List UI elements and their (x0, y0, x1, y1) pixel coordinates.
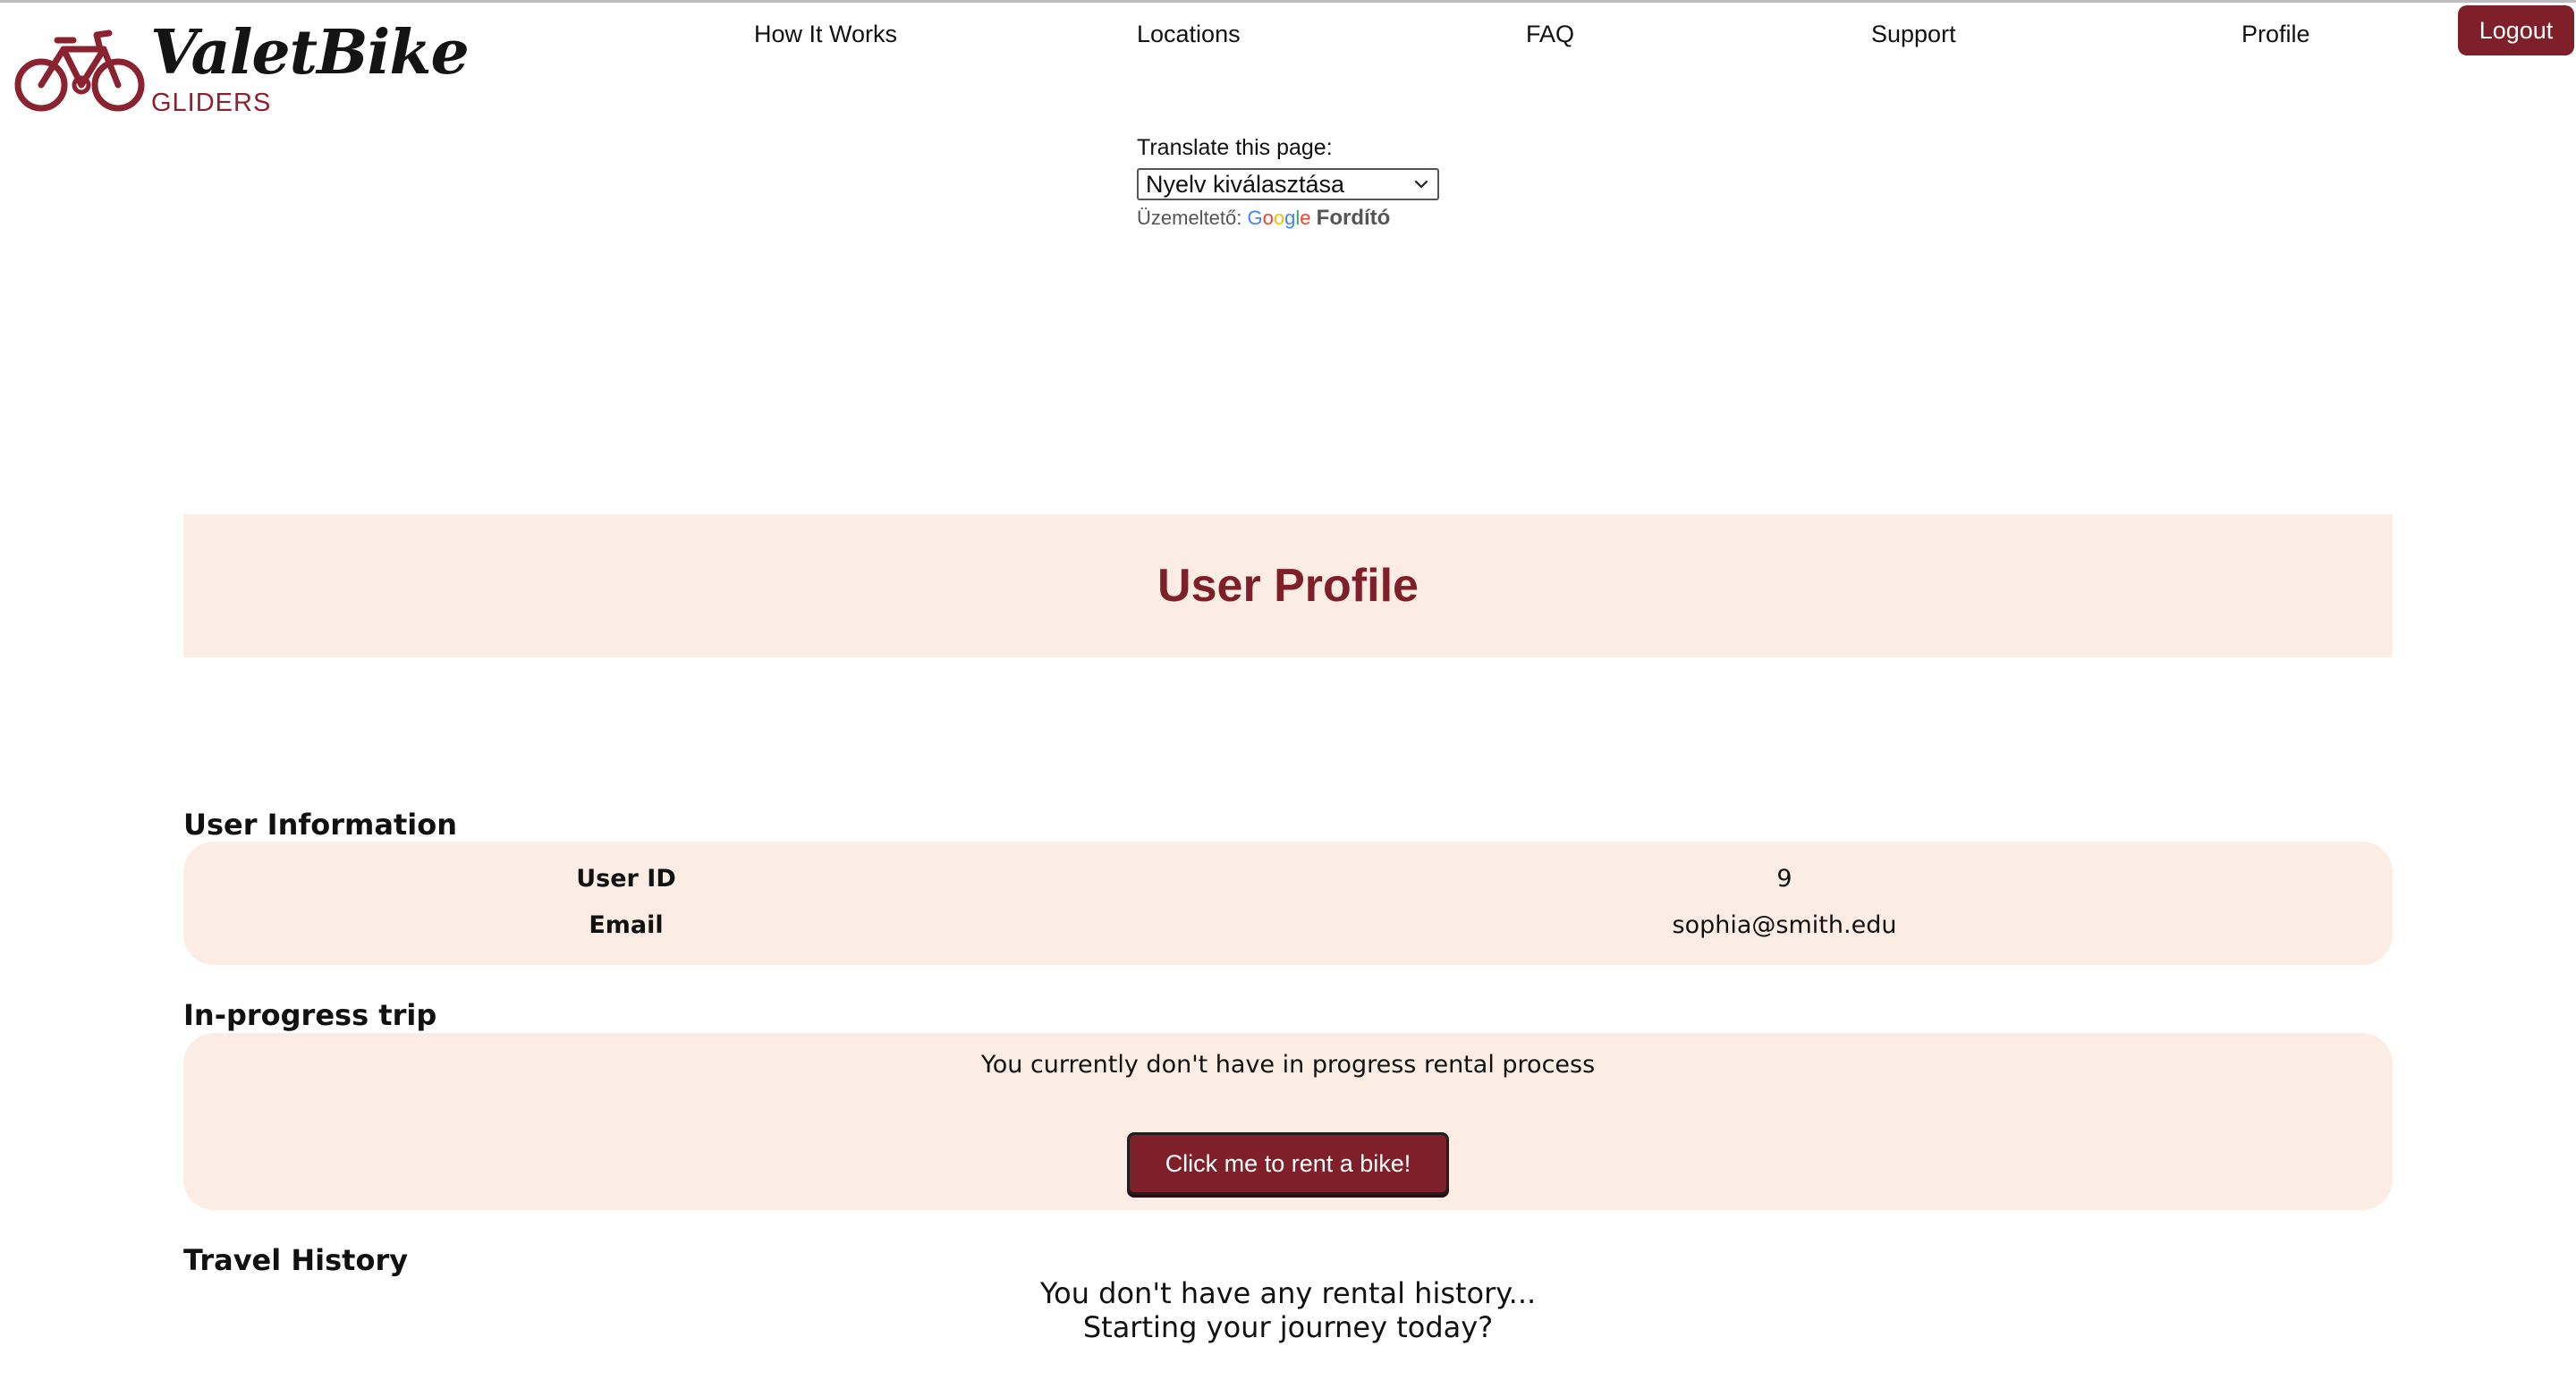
nav-faq[interactable]: FAQ (1526, 21, 1574, 48)
page-title-banner: User Profile (183, 514, 2393, 657)
language-select[interactable]: Nyelv kiválasztása (1137, 168, 1439, 200)
nav-how-it-works[interactable]: How It Works (754, 21, 897, 48)
info-row-user-id: User ID 9 (183, 865, 2393, 901)
chevron-down-icon (1414, 180, 1428, 189)
email-value: sophia@smith.edu (1672, 911, 1897, 939)
user-info-heading: User Information (183, 808, 457, 842)
history-message-line-2: Starting your journey today? (1082, 1310, 1494, 1344)
travel-history-message: You don't have any rental history... Sta… (0, 1276, 2576, 1344)
trip-status-message: You currently don't have in progress ren… (980, 1051, 1596, 1079)
info-row-email: Email sophia@smith.edu (183, 911, 2393, 947)
translate-label: Translate this page: (1137, 135, 1333, 160)
history-message-line-1: You don't have any rental history... (1039, 1276, 1537, 1310)
trip-panel: You currently don't have in progress ren… (183, 1033, 2393, 1210)
bicycle-icon (14, 30, 145, 112)
travel-history-heading: Travel History (183, 1243, 409, 1277)
powered-by-prefix: Üzemeltető: (1137, 207, 1242, 229)
translate-widget: Translate this page: Nyelv kiválasztása … (1137, 135, 1439, 231)
logout-button[interactable]: Logout (2458, 5, 2574, 55)
brand-name: ValetBike (150, 17, 470, 89)
brand-subtitle: GLIDERS (151, 89, 272, 117)
rent-bike-button[interactable]: Click me to rent a bike! (1127, 1132, 1449, 1195)
brand-logo[interactable]: ValetBike GLIDERS (14, 15, 470, 123)
trip-heading: In-progress trip (183, 998, 437, 1032)
translate-service-name: Fordító (1316, 206, 1391, 230)
user-id-value: 9 (1776, 865, 1792, 893)
google-logo[interactable]: Google (1248, 207, 1311, 229)
page: ValetBike GLIDERS How It Works Locations… (0, 0, 2576, 1397)
language-select-value: Nyelv kiválasztása (1146, 171, 1345, 198)
email-label: Email (589, 911, 664, 939)
nav-profile[interactable]: Profile (2241, 21, 2310, 48)
powered-by: Üzemeltető: Google Fordító (1137, 206, 1439, 231)
nav-support[interactable]: Support (1871, 21, 1956, 48)
user-id-label: User ID (576, 865, 676, 893)
page-title: User Profile (1157, 560, 1419, 612)
user-info-panel: User ID 9 Email sophia@smith.edu (183, 842, 2393, 965)
nav-locations[interactable]: Locations (1137, 21, 1241, 48)
